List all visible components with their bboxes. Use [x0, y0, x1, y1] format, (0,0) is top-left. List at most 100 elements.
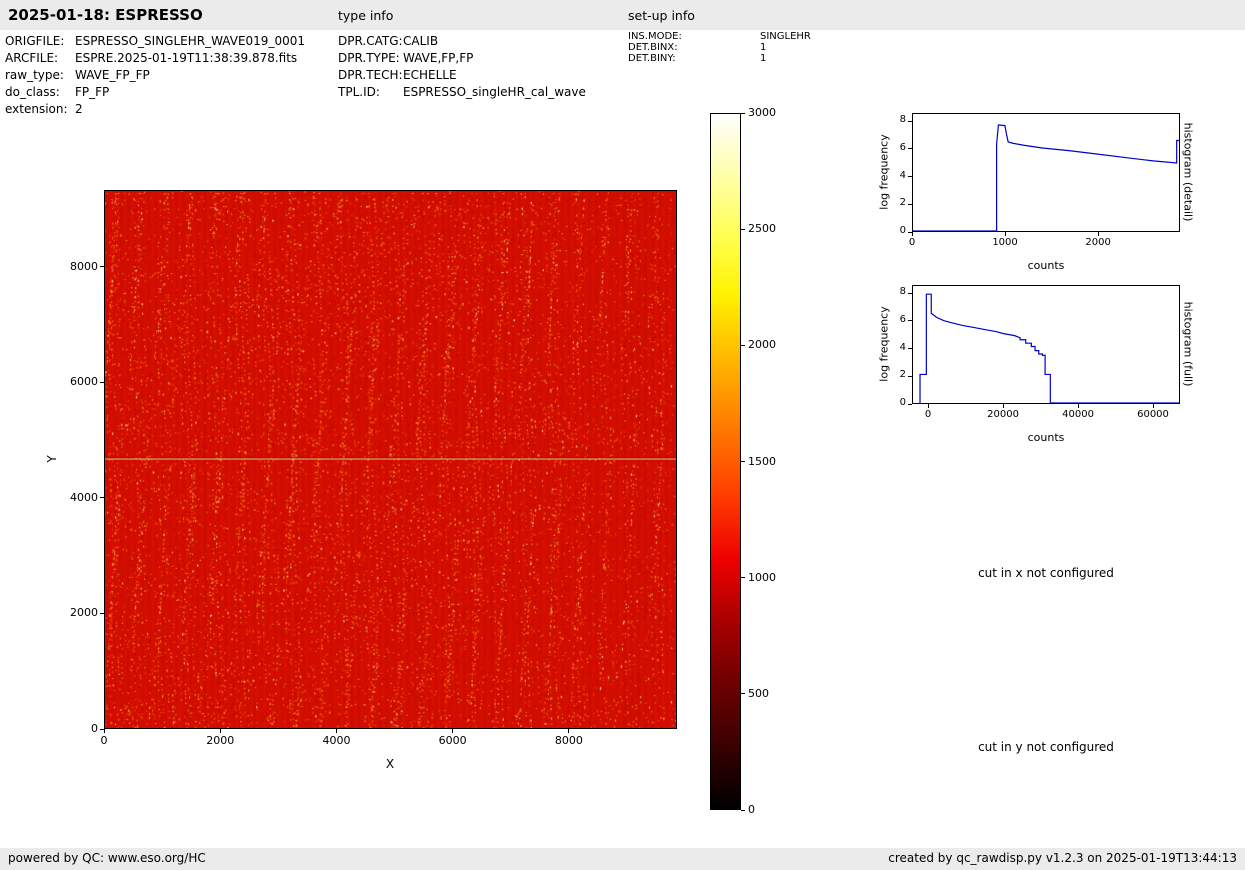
tick-mark	[741, 810, 745, 811]
colorbar-gradient	[711, 114, 740, 809]
meta-row: DET.BINY:1	[628, 53, 811, 64]
colorbar-tick-label: 1500	[748, 455, 776, 468]
field-label: DPR.CATG:	[338, 33, 403, 50]
x-tick-label: 0	[882, 237, 942, 248]
field-value: 2	[75, 102, 83, 116]
colorbar-tick-label: 3000	[748, 106, 776, 119]
colorbar	[710, 113, 741, 810]
tick-mark	[908, 176, 912, 177]
tick-mark	[908, 204, 912, 205]
colorbar-tick-label: 2000	[748, 338, 776, 351]
meta-row: TPL.ID:ESPRESSO_singleHR_cal_wave	[338, 84, 586, 101]
colorbar-tick-label: 500	[748, 687, 769, 700]
y-tick-label: 8	[876, 286, 906, 297]
header-bar: 2025-01-18: ESPRESSO type info set-up in…	[0, 0, 1245, 30]
x-tick-label: 4000	[306, 734, 366, 747]
hist-detail-xlabel: counts	[1028, 259, 1065, 272]
y-tick-label: 6000	[58, 375, 98, 388]
histogram-detail-line	[913, 114, 1179, 231]
field-label: ARCFILE:	[5, 50, 75, 67]
field-label: TPL.ID:	[338, 84, 403, 101]
y-tick-label: 4	[876, 170, 906, 181]
tick-mark	[100, 729, 104, 730]
x-tick-label: 0	[74, 734, 134, 747]
field-value: 1	[760, 42, 766, 53]
meta-row: DPR.TYPE:WAVE,FP,FP	[338, 50, 586, 67]
y-tick-label: 6	[876, 314, 906, 325]
field-label: ORIGFILE:	[5, 33, 75, 50]
tick-mark	[928, 404, 929, 408]
tick-mark	[1078, 404, 1079, 408]
tick-mark	[908, 320, 912, 321]
y-tick-label: 0	[58, 722, 98, 735]
hist-detail-right-label: histogram (detail)	[1182, 123, 1195, 222]
field-label: INS.MODE:	[628, 31, 760, 42]
tick-mark	[100, 613, 104, 614]
x-tick-label: 8000	[539, 734, 599, 747]
histogram-detail-plot	[912, 113, 1180, 232]
tick-mark	[336, 729, 337, 733]
tick-mark	[104, 729, 105, 733]
meta-row: DPR.CATG:CALIB	[338, 33, 586, 50]
y-tick-label: 0	[876, 397, 906, 408]
colorbar-tick-label: 0	[748, 803, 755, 816]
field-label: do_class:	[5, 84, 75, 101]
y-tick-label: 2	[876, 197, 906, 208]
tick-mark	[908, 232, 912, 233]
meta-row: DPR.TECH:ECHELLE	[338, 67, 586, 84]
field-label: extension:	[5, 101, 75, 118]
field-value: FP_FP	[75, 85, 109, 99]
x-tick-label: 6000	[423, 734, 483, 747]
colorbar-tick-label: 1000	[748, 571, 776, 584]
tick-mark	[100, 497, 104, 498]
field-label: DPR.TECH:	[338, 67, 403, 84]
tick-mark	[1005, 232, 1006, 236]
tick-mark	[908, 121, 912, 122]
x-tick-label: 40000	[1048, 409, 1108, 420]
file-info-block: ORIGFILE:ESPRESSO_SINGLEHR_WAVE019_0001 …	[5, 33, 305, 118]
field-value: CALIB	[403, 34, 438, 48]
meta-row: do_class:FP_FP	[5, 84, 305, 101]
tick-mark	[908, 348, 912, 349]
colorbar-tick-label: 2500	[748, 222, 776, 235]
y-tick-label: 6	[876, 142, 906, 153]
main-plot-xlabel: X	[386, 757, 394, 771]
tick-mark	[1098, 232, 1099, 236]
meta-row: raw_type:WAVE_FP_FP	[5, 67, 305, 84]
tick-mark	[741, 693, 745, 694]
type-info-block: DPR.CATG:CALIB DPR.TYPE:WAVE,FP,FP DPR.T…	[338, 33, 586, 101]
field-value: SINGLEHR	[760, 31, 811, 42]
tick-mark	[220, 729, 221, 733]
setup-info-block: INS.MODE:SINGLEHR DET.BINX:1 DET.BINY:1	[628, 31, 811, 64]
page-title: 2025-01-18: ESPRESSO	[8, 6, 203, 24]
main-plot-ylabel: Y	[45, 455, 59, 462]
tick-mark	[741, 577, 745, 578]
raw-image-canvas	[105, 191, 676, 728]
y-tick-label: 0	[876, 225, 906, 236]
tick-mark	[741, 345, 745, 346]
tick-mark	[100, 266, 104, 267]
meta-row: ORIGFILE:ESPRESSO_SINGLEHR_WAVE019_0001	[5, 33, 305, 50]
tick-mark	[452, 729, 453, 733]
field-label: DET.BINY:	[628, 53, 760, 64]
x-tick-label: 0	[898, 409, 958, 420]
tick-mark	[912, 232, 913, 236]
meta-row: extension:2	[5, 101, 305, 118]
y-tick-label: 4000	[58, 491, 98, 504]
tick-mark	[741, 229, 745, 230]
x-tick-label: 2000	[1068, 237, 1128, 248]
footer-right-text: created by qc_rawdisp.py v1.2.3 on 2025-…	[888, 851, 1237, 865]
tick-mark	[100, 382, 104, 383]
footer-left-text: powered by QC: www.eso.org/HC	[8, 851, 206, 865]
tick-mark	[1153, 404, 1154, 408]
y-tick-label: 2000	[58, 606, 98, 619]
histogram-full-line	[913, 286, 1179, 403]
tick-mark	[568, 729, 569, 733]
field-value: ESPRESSO_SINGLEHR_WAVE019_0001	[75, 34, 305, 48]
tick-mark	[1003, 404, 1004, 408]
y-tick-label: 8	[876, 114, 906, 125]
field-value: ESPRE.2025-01-19T11:38:39.878.fits	[75, 51, 297, 65]
setup-info-heading: set-up info	[628, 8, 695, 23]
tick-mark	[741, 461, 745, 462]
footer-bar: powered by QC: www.eso.org/HC created by…	[0, 848, 1245, 870]
